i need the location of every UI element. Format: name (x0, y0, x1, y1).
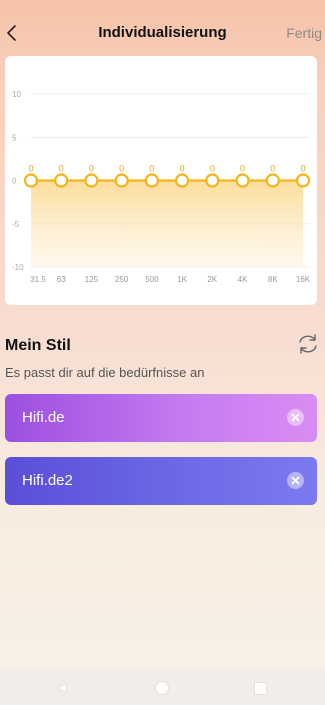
eq-band-handle[interactable] (54, 173, 69, 188)
circle-home-icon[interactable] (155, 681, 169, 695)
eq-gain-label: 0 (149, 164, 154, 174)
equalizer-card: 10 5 0 -5 -10 0 31.5 0 63 0 125 0 250 0 500 0 1K 0 2K 0 4K 0 8… (5, 56, 317, 305)
my-style-title: Mein Stil (5, 337, 71, 354)
eq-gain-label: 0 (300, 164, 305, 174)
y-tick-label: 10 (12, 90, 21, 99)
eq-band-label: 2K (207, 275, 217, 284)
close-icon (291, 413, 300, 422)
eq-band-handle[interactable] (114, 173, 129, 188)
style-item-hifi-de[interactable]: Hifi.de (5, 394, 317, 442)
square-recent-icon[interactable] (254, 682, 267, 695)
eq-band-handle[interactable] (295, 173, 311, 188)
eq-gain-label: 0 (89, 164, 94, 174)
eq-band-handle[interactable] (175, 173, 190, 188)
eq-band-label: 500 (145, 275, 159, 284)
eq-gain-label: 0 (180, 164, 185, 174)
y-tick-label: 5 (12, 133, 17, 142)
eq-band-handle[interactable] (265, 173, 280, 188)
eq-band-label: 31.5 (30, 275, 46, 284)
eq-band-handle[interactable] (205, 173, 220, 188)
y-tick-label: -5 (12, 220, 20, 229)
eq-gain-label: 0 (119, 164, 124, 174)
eq-band-label: 125 (85, 275, 99, 284)
style-item-hifi-de2[interactable]: Hifi.de2 (5, 457, 317, 505)
eq-gain-label: 0 (240, 164, 245, 174)
eq-gain-label: 0 (28, 164, 33, 174)
system-navigation-bar (0, 670, 325, 705)
eq-band-label: 250 (115, 275, 129, 284)
eq-band-label: 16K (296, 275, 311, 284)
my-style-subtitle: Es passt dir auf die bedürfnisse an (5, 365, 205, 380)
eq-band-handle[interactable] (84, 173, 99, 188)
style-item-label: Hifi.de2 (22, 472, 73, 489)
eq-band-label: 1K (177, 275, 187, 284)
remove-style-button[interactable] (287, 472, 304, 489)
eq-gain-label: 0 (270, 164, 275, 174)
eq-band-label: 63 (57, 275, 66, 284)
eq-gain-label: 0 (59, 164, 64, 174)
remove-style-button[interactable] (287, 409, 304, 426)
refresh-button[interactable] (296, 332, 320, 356)
done-button[interactable]: Fertig (286, 25, 322, 41)
page-title: Individualisierung (98, 24, 227, 41)
eq-gain-label: 0 (210, 164, 215, 174)
refresh-icon (299, 334, 317, 354)
close-icon (291, 476, 300, 485)
eq-band-handle[interactable] (23, 173, 39, 188)
eq-band-label: 8K (268, 275, 278, 284)
eq-band-handle[interactable] (144, 173, 159, 188)
eq-band-handle[interactable] (235, 173, 250, 188)
triangle-back-icon[interactable] (56, 682, 68, 694)
equalizer-chart[interactable]: 10 5 0 -5 -10 0 31.5 0 63 0 125 0 250 0 500 0 1K 0 2K 0 4K 0 8… (5, 56, 317, 305)
y-tick-label: 0 (12, 177, 17, 186)
style-item-label: Hifi.de (22, 409, 65, 426)
y-tick-label: -10 (12, 263, 24, 272)
eq-band-label: 4K (238, 275, 248, 284)
eq-fill-area (31, 180, 303, 267)
